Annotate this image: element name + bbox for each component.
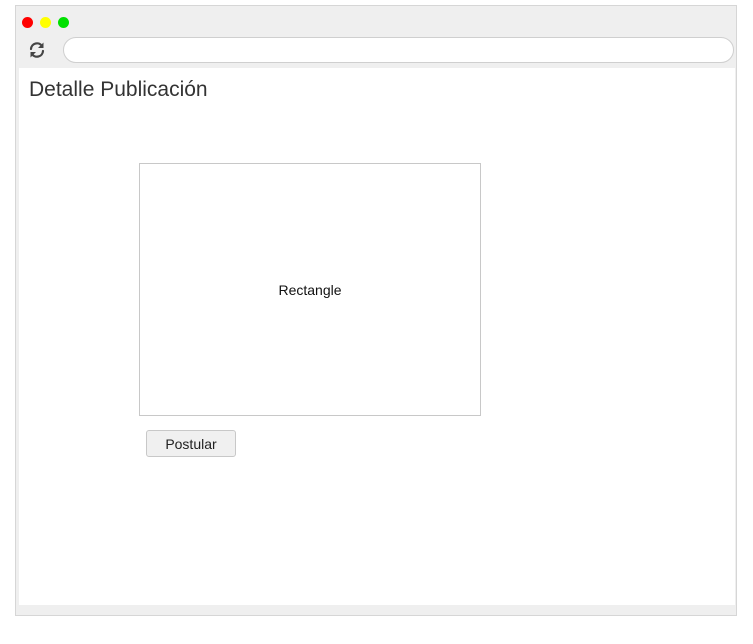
- publication-image-placeholder: Rectangle: [139, 163, 481, 416]
- maximize-window-dot[interactable]: [58, 17, 69, 28]
- reload-icon-graphic: [29, 42, 45, 58]
- postular-button[interactable]: Postular: [146, 430, 236, 457]
- reload-icon[interactable]: [28, 41, 46, 59]
- page-title: Detalle Publicación: [29, 78, 208, 101]
- close-window-dot[interactable]: [22, 17, 33, 28]
- image-placeholder-label: Rectangle: [278, 281, 342, 298]
- address-bar[interactable]: [63, 37, 734, 63]
- page-content: Detalle Publicación Rectangle Postular: [19, 68, 735, 605]
- browser-window: Detalle Publicación Rectangle Postular: [15, 5, 737, 616]
- url-input[interactable]: [64, 38, 733, 62]
- minimize-window-dot[interactable]: [40, 17, 51, 28]
